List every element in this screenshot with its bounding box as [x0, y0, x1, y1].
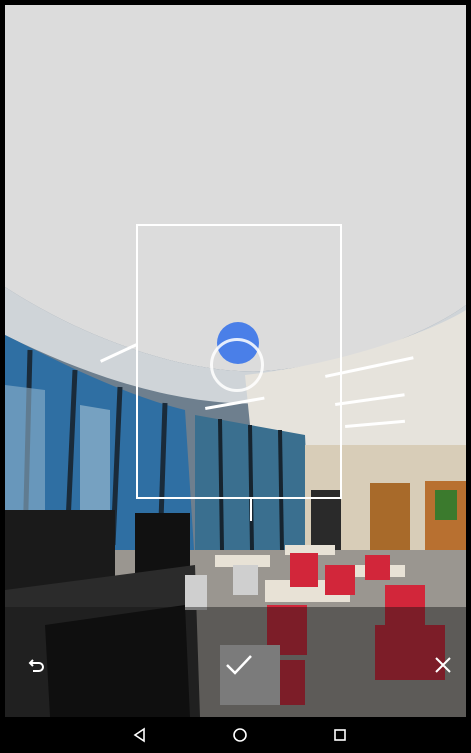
capture-action-bar: [5, 607, 466, 717]
recents-square-icon: [334, 729, 346, 741]
undo-button[interactable]: [17, 645, 57, 685]
nav-back-button[interactable]: [128, 723, 152, 747]
panorama-viewfinder[interactable]: [5, 5, 466, 717]
cancel-button[interactable]: [423, 645, 463, 685]
back-triangle-icon: [133, 727, 145, 743]
alignment-ring: [210, 338, 264, 392]
home-circle-icon: [233, 728, 247, 742]
undo-icon: [28, 659, 44, 672]
alignment-tick: [250, 499, 252, 521]
confirm-button[interactable]: [219, 645, 259, 685]
system-navigation-bar: [0, 717, 471, 753]
nav-home-button[interactable]: [228, 723, 252, 747]
close-icon: [435, 657, 451, 673]
screen-frame: [0, 0, 471, 753]
checkmark-icon: [226, 655, 252, 675]
nav-recents-button[interactable]: [328, 723, 352, 747]
